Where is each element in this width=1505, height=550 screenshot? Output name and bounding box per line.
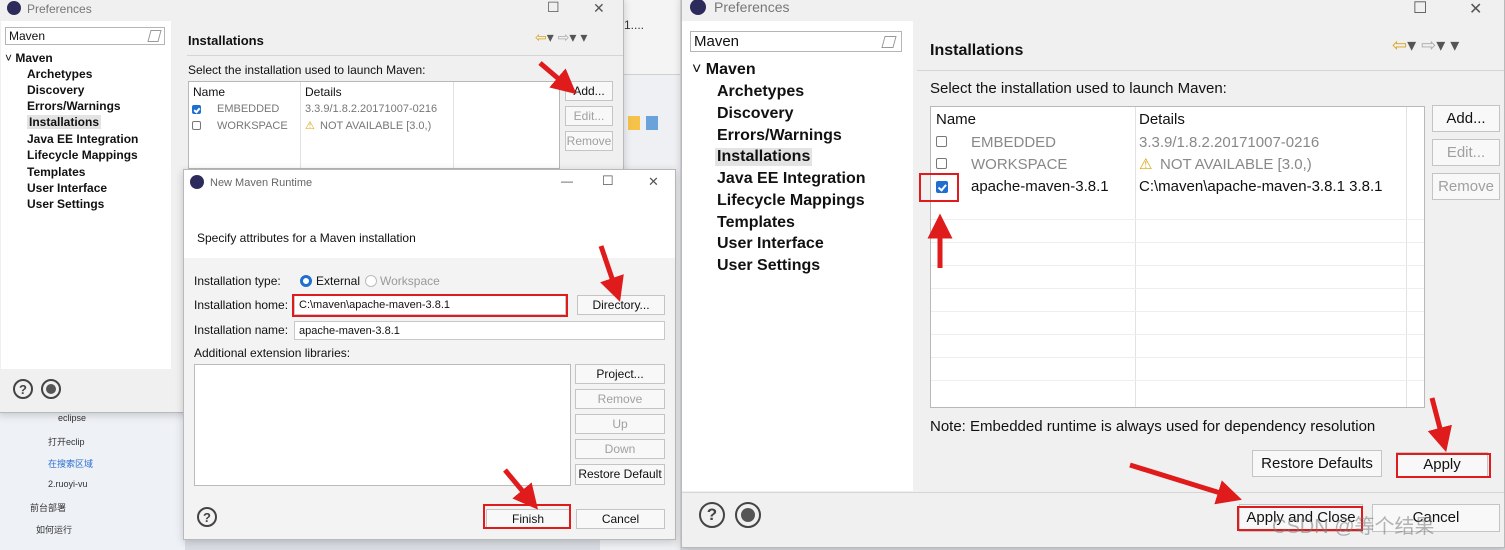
arrow-to-add (538, 61, 577, 95)
arrow-to-apply-close (1129, 462, 1242, 505)
annotation-arrows (503, 61, 1452, 510)
arrow-to-directory (598, 245, 624, 302)
arrow-to-apply (1427, 397, 1452, 453)
arrow-to-finish (503, 468, 539, 510)
